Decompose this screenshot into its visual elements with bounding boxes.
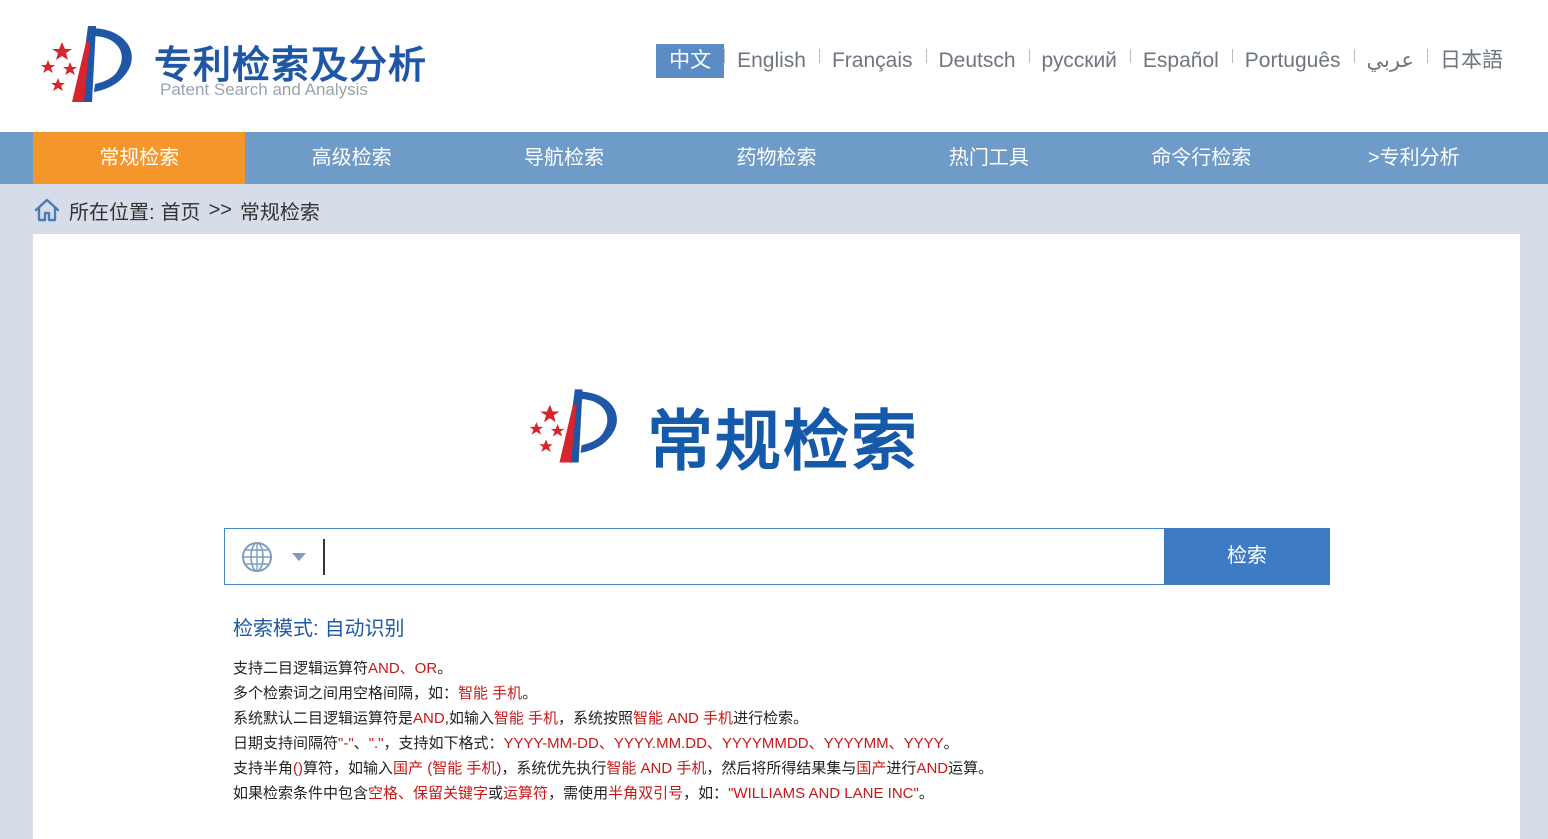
home-icon[interactable] xyxy=(33,196,61,224)
tip-highlight: AND xyxy=(916,760,949,777)
nav-item-popular-tools[interactable]: 热门工具 xyxy=(883,132,1095,184)
tip-highlight: 智能 手机 xyxy=(458,685,523,702)
tip-text: ，系统优先执行 xyxy=(501,760,607,777)
tip-highlight: AND、OR xyxy=(368,660,438,677)
search-mode: 检索模式: 自动识别 xyxy=(233,612,405,641)
lang-en[interactable]: English xyxy=(724,44,820,78)
tip-highlight: 智能 AND 手机 xyxy=(606,760,707,777)
tip-text: 支持二目逻辑运算符 xyxy=(233,660,369,677)
tip-text: 进行 xyxy=(886,760,917,777)
language-switcher: 中文 English Français Deutsch русский Espa… xyxy=(656,44,1516,78)
tip-line: 多个检索词之间用空格间隔，如：智能 手机。 xyxy=(233,681,993,706)
site-logo[interactable]: 专利检索及分析 Patent Search and Analysis xyxy=(32,22,432,106)
tip-line: 系统默认二目逻辑运算符是AND,如输入智能 手机，系统按照智能 AND 手机进行… xyxy=(233,706,993,731)
nav-item-navigation-search[interactable]: 导航检索 xyxy=(458,132,670,184)
lang-de[interactable]: Deutsch xyxy=(926,44,1030,78)
caret-down-icon[interactable] xyxy=(292,553,306,561)
page-title: 常规检索 xyxy=(647,404,919,478)
tip-text: 运算。 xyxy=(948,760,994,777)
tip-line: 如果检索条件中包含空格、保留关键字或运算符，需使用半角双引号，如："WILLIA… xyxy=(233,781,993,806)
tip-text: 多个检索词之间用空格间隔，如： xyxy=(233,685,459,702)
search-mode-label: 检索模式: xyxy=(233,618,319,640)
search-mode-value[interactable]: 自动识别 xyxy=(325,618,405,640)
tip-text: 或 xyxy=(488,785,504,802)
search-button[interactable]: 检索 xyxy=(1164,528,1330,585)
breadcrumb: 所在位置: 首页 >> 常规检索 xyxy=(33,194,320,226)
tip-text: ，系统按照 xyxy=(558,710,634,727)
patent-office-logo-icon xyxy=(529,389,617,463)
search-bar: 检索 xyxy=(224,528,1330,585)
tip-highlight: () xyxy=(293,760,304,777)
tip-highlight: 国产 xyxy=(856,760,887,777)
tip-text: ,如输入 xyxy=(444,710,494,727)
main-nav: 常规检索 高级检索 导航检索 药物检索 热门工具 命令行检索 >专利分析 xyxy=(0,132,1548,184)
nav-item-drug-search[interactable]: 药物检索 xyxy=(670,132,882,184)
nav-item-patent-analysis[interactable]: >专利分析 xyxy=(1308,132,1520,184)
search-input[interactable] xyxy=(323,539,1153,575)
nav-item-command-search[interactable]: 命令行检索 xyxy=(1095,132,1307,184)
tip-highlight: 智能 AND 手机 xyxy=(633,710,734,727)
nav-item-regular-search[interactable]: 常规检索 xyxy=(33,132,246,184)
lang-es[interactable]: Español xyxy=(1130,44,1233,78)
tip-text: 如果检索条件中包含 xyxy=(233,785,369,802)
tip-line: 日期支持间隔符"-"、"."，支持如下格式：YYYY-MM-DD、YYYY.MM… xyxy=(233,731,993,756)
nav-item-advanced-search[interactable]: 高级检索 xyxy=(245,132,457,184)
patent-office-logo-icon xyxy=(41,26,132,102)
tip-line: 支持二目逻辑运算符AND、OR。 xyxy=(233,656,993,681)
breadcrumb-prefix: 所在位置: xyxy=(69,201,155,224)
search-tips: 支持二目逻辑运算符AND、OR。 多个检索词之间用空格间隔，如：智能 手机。 系统默… xyxy=(233,656,993,806)
lang-ja[interactable]: 日本語 xyxy=(1427,44,1516,78)
tip-text: 进行检索。 xyxy=(733,710,809,727)
tip-highlight: 智能 手机 xyxy=(493,710,559,727)
lang-ar[interactable]: عربي xyxy=(1354,44,1429,78)
tip-highlight: AND xyxy=(413,710,445,727)
tip-highlight: YYYY-MM-DD、YYYY.MM.DD、YYYYMMDD、YYYYMM、YY… xyxy=(503,735,944,752)
search-panel: 常规检索 检索 检索模式: 自动识别 支持二目逻辑运算符AND、OR。 多个检索词之… xyxy=(33,234,1520,839)
breadcrumb-current: 常规检索 xyxy=(239,201,320,224)
tip-text: 算符，如输入 xyxy=(303,760,394,777)
tip-highlight: 半角双引号 xyxy=(608,785,684,802)
tip-text: 。 xyxy=(522,685,538,702)
tip-highlight: "-" xyxy=(338,735,354,752)
tip-highlight: 国产 (智能 手机) xyxy=(393,760,502,777)
tip-text: 、 xyxy=(353,735,369,752)
lang-zh[interactable]: 中文 xyxy=(656,44,726,78)
tip-highlight: "WILLIAMS AND LANE INC" xyxy=(728,785,919,802)
tip-highlight: 空格、保留关键字 xyxy=(368,785,489,802)
tip-text: 日期支持间隔符 xyxy=(233,735,339,752)
tip-line: 支持半角()算符，如输入国产 (智能 手机)，系统优先执行智能 AND 手机，然… xyxy=(233,756,993,781)
lang-fr[interactable]: Français xyxy=(819,44,927,78)
tip-text: 。 xyxy=(943,735,959,752)
tip-text: ，需使用 xyxy=(548,785,609,802)
tip-highlight: 运算符 xyxy=(503,785,549,802)
lang-ru[interactable]: русский xyxy=(1029,44,1132,78)
breadcrumb-home-link[interactable]: 首页 xyxy=(161,196,201,225)
tip-text: ，如： xyxy=(683,785,729,802)
breadcrumb-separator: >> xyxy=(208,198,232,221)
tip-text: ，支持如下格式： xyxy=(383,735,504,752)
tip-text: 系统默认二目逻辑运算符是 xyxy=(233,710,414,727)
site-subtitle: Patent Search and Analysis xyxy=(160,80,368,99)
tip-highlight: "." xyxy=(368,735,384,752)
lang-pt[interactable]: Português xyxy=(1232,44,1355,78)
tip-text: 。 xyxy=(437,660,453,677)
search-heading: 常规检索 xyxy=(521,384,921,478)
tip-text: 。 xyxy=(918,785,934,802)
tip-text: 支持半角 xyxy=(233,760,294,777)
site-header: 专利检索及分析 Patent Search and Analysis 中文 En… xyxy=(0,0,1548,132)
globe-icon[interactable] xyxy=(241,541,273,573)
tip-text: ，然后将所得结果集与 xyxy=(706,760,857,777)
